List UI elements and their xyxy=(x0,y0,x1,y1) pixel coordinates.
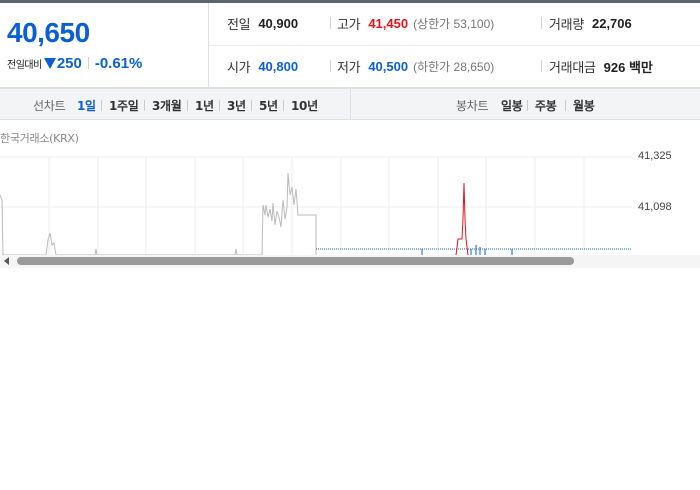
change-row: 전일대비 250 -0.61% xyxy=(7,53,142,73)
horizontal-scrollbar[interactable] xyxy=(0,255,700,268)
amount-label: 거래대금 xyxy=(549,60,596,76)
divider xyxy=(330,17,331,29)
open-label: 시가 xyxy=(227,60,251,76)
line-chart-label: 선차트 xyxy=(33,99,66,113)
change-rate: -0.61% xyxy=(94,54,143,72)
tab-daily-candle[interactable]: 일봉 xyxy=(501,97,523,114)
high-label: 고가 xyxy=(337,17,361,33)
divider xyxy=(251,100,252,111)
y-tick-label: 41,325 xyxy=(638,150,672,162)
amount-cell: 거래대금 926 백만 xyxy=(549,56,653,76)
open-cell: 시가 40,800 xyxy=(227,56,298,76)
divider xyxy=(187,100,188,111)
prev-close-value: 40,900 xyxy=(258,15,299,31)
price-panel: 40,650 전일대비 250 -0.61% xyxy=(0,3,209,88)
divider xyxy=(219,100,220,111)
tab-5year[interactable]: 5년 xyxy=(259,97,278,114)
tab-weekly-candle[interactable]: 주봉 xyxy=(535,97,557,114)
open-value: 40,800 xyxy=(258,58,299,74)
tab-monthly-candle[interactable]: 월봉 xyxy=(573,97,595,114)
tab-1day[interactable]: 1일 xyxy=(77,97,96,114)
divider xyxy=(350,89,351,120)
scroll-thumb[interactable] xyxy=(17,257,574,265)
tab-3year[interactable]: 3년 xyxy=(227,97,246,114)
low-value: 40,500 xyxy=(368,58,409,74)
up-price-line xyxy=(455,182,469,255)
data-source: 한국거래소(KRX) xyxy=(0,132,79,145)
prev-close-cell: 전일 40,900 xyxy=(227,13,298,33)
volume-value: 22,706 xyxy=(591,15,632,31)
divider xyxy=(565,100,566,111)
divider xyxy=(527,100,528,111)
upper-limit: (상한가 53,100) xyxy=(413,16,495,31)
divider xyxy=(144,100,145,111)
tab-10year[interactable]: 10년 xyxy=(291,97,318,114)
volume-cell: 거래량 22,706 xyxy=(549,13,632,33)
lower-limit: (하한가 28,650) xyxy=(413,59,495,74)
high-cell: 고가 41,450 (상한가 53,100) xyxy=(337,13,494,33)
change-value: 250 xyxy=(56,54,82,72)
tab-3month[interactable]: 3개월 xyxy=(152,97,182,114)
down-arrow-icon xyxy=(43,57,56,69)
tab-1year[interactable]: 1년 xyxy=(195,97,214,114)
amount-value: 926 백만 xyxy=(603,59,653,75)
change-label: 전일대비 xyxy=(7,59,42,71)
divider xyxy=(541,60,542,72)
chart-tab-bar: 선차트 1일 1주일 3개월 1년 3년 5년 10년 봉차트 일봉 주봉 월봉 xyxy=(0,88,700,120)
tab-1week[interactable]: 1주일 xyxy=(109,97,139,114)
divider xyxy=(330,60,331,72)
intraday-price-chart xyxy=(0,156,632,255)
stock-widget: 40,650 전일대비 250 -0.61% 전일 40,900 고가 41,4… xyxy=(0,0,700,268)
current-price: 40,650 xyxy=(7,17,90,48)
row-divider xyxy=(209,45,700,46)
divider xyxy=(87,57,89,69)
divider xyxy=(541,17,542,29)
scroll-left-arrow-icon[interactable] xyxy=(4,257,9,265)
y-tick-label: 41,098 xyxy=(638,201,672,213)
volume-label: 거래량 xyxy=(549,17,584,33)
high-value: 41,450 xyxy=(368,15,409,31)
prev-close-label: 전일 xyxy=(227,17,251,33)
low-label: 저가 xyxy=(337,60,361,76)
prev-session-line xyxy=(0,172,317,255)
divider xyxy=(283,100,284,111)
divider xyxy=(101,100,102,111)
low-cell: 저가 40,500 (하한가 28,650) xyxy=(337,56,494,76)
candle-chart-label: 봉차트 xyxy=(456,99,489,113)
